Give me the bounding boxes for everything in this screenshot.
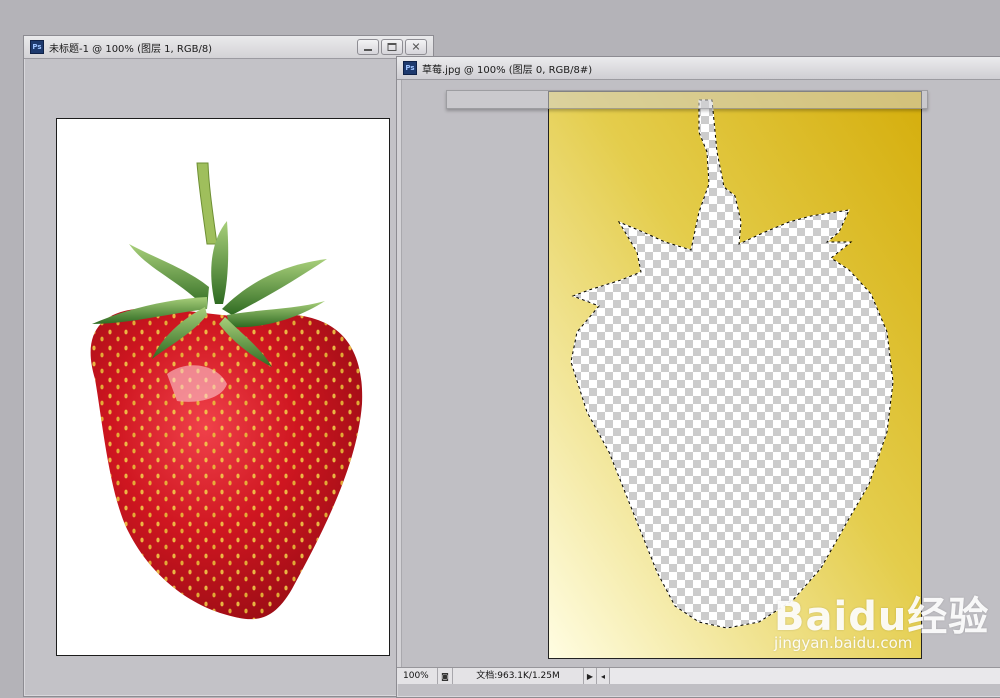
floating-options-bar[interactable] xyxy=(446,90,928,109)
window-controls: ✕ xyxy=(357,39,427,55)
window-titlebar[interactable]: Ps 草莓.jpg @ 100% (图层 0, RGB/8#) xyxy=(397,57,1000,80)
window-title: 未标题-1 @ 100% (图层 1, RGB/8) xyxy=(49,43,213,55)
zoom-level-field[interactable]: 100% xyxy=(397,668,438,684)
window-titlebar[interactable]: Ps 未标题-1 @ 100% (图层 1, RGB/8) ✕ xyxy=(24,36,433,59)
status-info-icon[interactable]: ◙ xyxy=(438,668,453,684)
strawberry-image xyxy=(90,162,363,620)
document-window-strawberry[interactable]: Ps 草莓.jpg @ 100% (图层 0, RGB/8#) 100% ◙ 文… xyxy=(396,56,1000,698)
cutout-image xyxy=(549,92,921,658)
document-canvas[interactable] xyxy=(548,91,922,659)
maximize-icon xyxy=(387,43,397,51)
horizontal-scrollbar[interactable] xyxy=(610,668,1000,684)
close-icon: ✕ xyxy=(411,40,421,54)
scroll-left-icon[interactable]: ◂ xyxy=(597,668,610,684)
window-title: 草莓.jpg @ 100% (图层 0, RGB/8#) xyxy=(422,64,593,76)
document-canvas[interactable] xyxy=(56,118,390,656)
status-bar: 100% ◙ 文档:963.1K/1.25M ▶ ◂ xyxy=(397,667,1000,684)
document-window-untitled[interactable]: Ps 未标题-1 @ 100% (图层 1, RGB/8) ✕ xyxy=(23,35,434,697)
status-menu-arrow-icon[interactable]: ▶ xyxy=(584,668,597,684)
minimize-icon xyxy=(364,49,372,51)
maximize-button[interactable] xyxy=(381,39,403,55)
minimize-button[interactable] xyxy=(357,39,379,55)
close-button[interactable]: ✕ xyxy=(405,39,427,55)
document-size-readout: 文档:963.1K/1.25M xyxy=(453,668,584,684)
photoshop-icon: Ps xyxy=(30,40,44,54)
photoshop-icon: Ps xyxy=(403,61,417,75)
panel-edge xyxy=(397,80,402,673)
